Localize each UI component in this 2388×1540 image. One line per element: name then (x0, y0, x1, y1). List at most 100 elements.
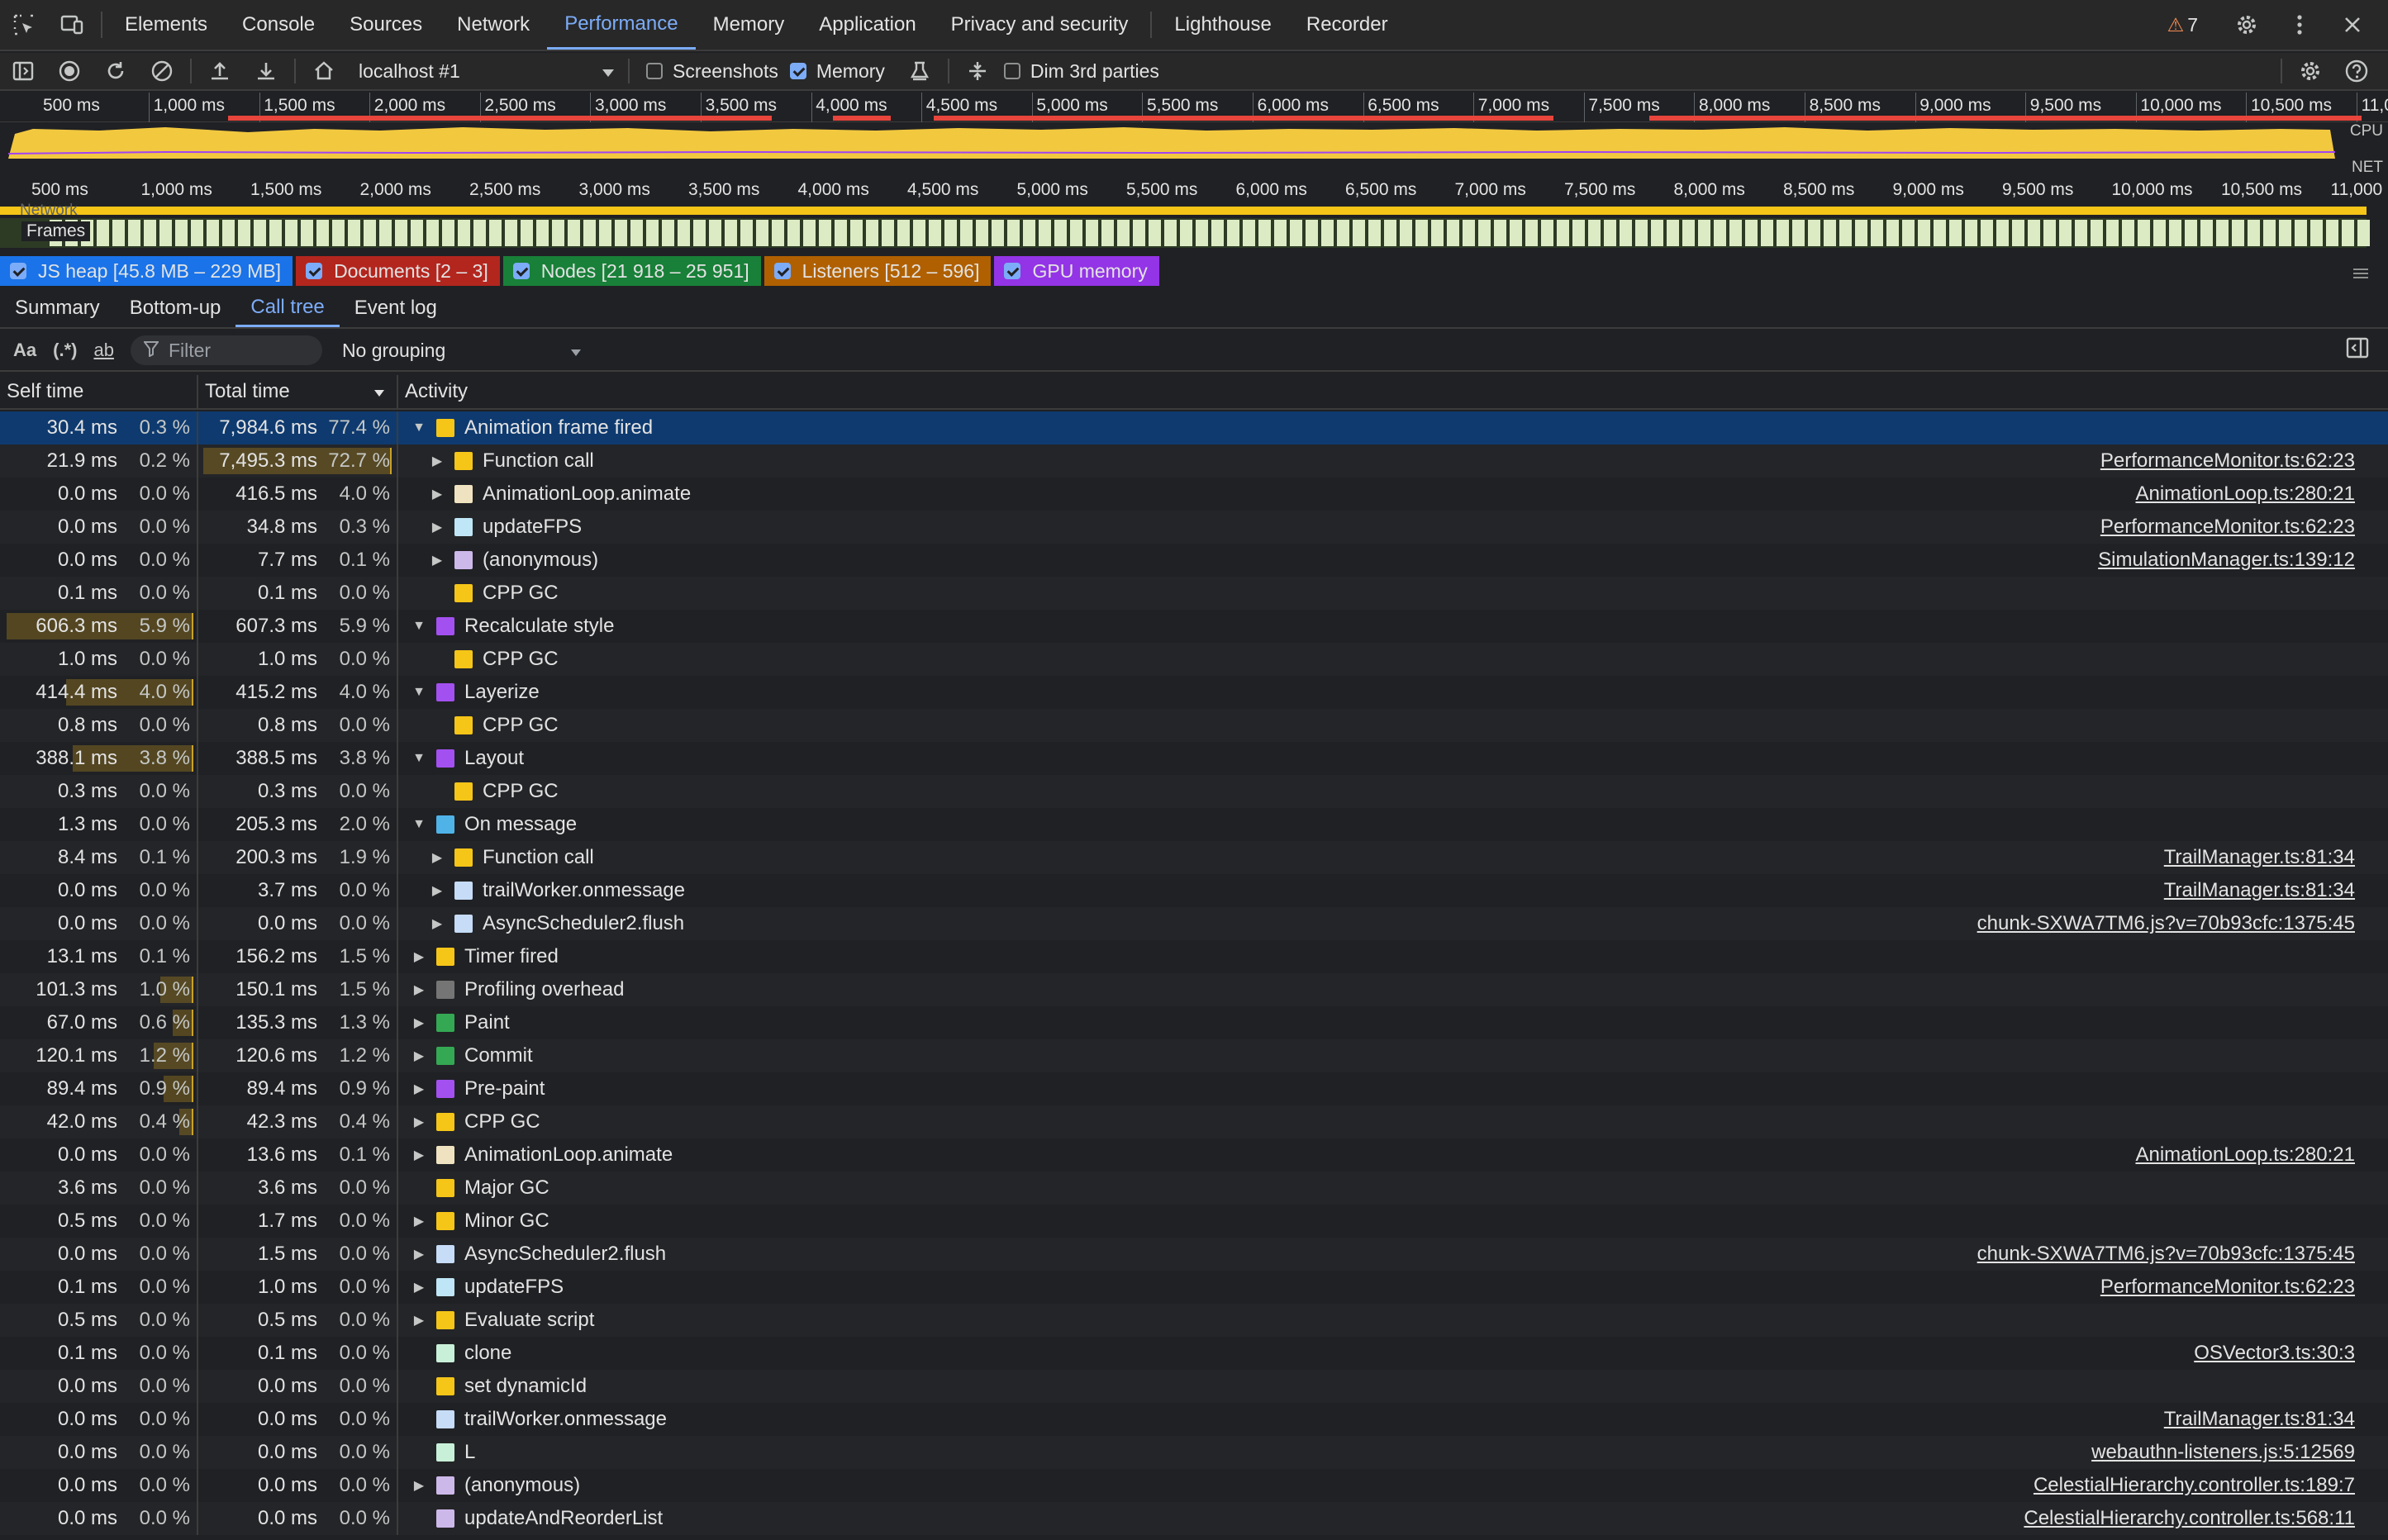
frame-cell[interactable] (301, 220, 313, 246)
frame-cell[interactable] (1902, 220, 1915, 246)
call-tree-row[interactable]: 42.0 ms 0.4 % 42.3 ms 0.4 % ▶ CPP GC (0, 1105, 2388, 1138)
source-link[interactable]: TrailManager.ts:81:34 (2164, 1408, 2355, 1431)
frame-cell[interactable] (348, 220, 360, 246)
frame-cell[interactable] (175, 220, 188, 246)
detail-tab-summary[interactable]: Summary (0, 289, 115, 327)
settings-gear-icon[interactable] (2223, 12, 2271, 37)
call-tree-row[interactable]: 0.0 ms 0.0 % 416.5 ms 4.0 % ▶ AnimationLoop.a… (0, 478, 2388, 511)
expand-arrow-right-icon[interactable]: ▶ (410, 1246, 428, 1262)
capture-settings-gear-icon[interactable] (2287, 59, 2333, 83)
frame-cell[interactable] (1117, 220, 1130, 246)
tab-lighthouse[interactable]: Lighthouse (1157, 0, 1288, 50)
frame-cell[interactable] (2357, 220, 2370, 246)
call-tree-row[interactable]: 0.0 ms 0.0 % 7.7 ms 0.1 % ▶ (anonymous) Simula… (0, 544, 2388, 577)
source-link[interactable]: PerformanceMonitor.ts:62:23 (2100, 516, 2355, 539)
frame-cell[interactable] (1808, 220, 1820, 246)
call-tree-row[interactable]: 13.1 ms 0.1 % 156.2 ms 1.5 % ▶ Timer fired (0, 940, 2388, 973)
frame-cell[interactable] (128, 220, 140, 246)
call-tree-row[interactable]: 3.6 ms 0.0 % 3.6 ms 0.0 % Major GC (0, 1172, 2388, 1205)
tab-sources[interactable]: Sources (332, 0, 440, 50)
frame-cell[interactable] (1478, 220, 1491, 246)
source-link[interactable]: chunk-SXWA7TM6.js?v=70b93cfc:1375:45 (1977, 912, 2355, 935)
record-button[interactable] (46, 59, 93, 83)
frame-cell[interactable] (2106, 220, 2119, 246)
frame-cell[interactable] (1243, 220, 1255, 246)
frame-cell[interactable] (929, 220, 941, 246)
expand-arrow-right-icon[interactable]: ▶ (410, 1081, 428, 1097)
clear-icon[interactable] (139, 59, 185, 83)
tab-privacy-and-security[interactable]: Privacy and security (934, 0, 1146, 50)
frame-cell[interactable] (1353, 220, 1365, 246)
expand-arrow-down-icon[interactable]: ▼ (410, 817, 428, 832)
frame-cell[interactable] (442, 220, 454, 246)
call-tree-row[interactable]: 0.5 ms 0.0 % 0.5 ms 0.0 % ▶ Evaluate script (0, 1304, 2388, 1337)
source-link[interactable]: SimulationManager.ts:139:12 (2098, 549, 2355, 572)
frame-cell[interactable] (1667, 220, 1679, 246)
expand-arrow-down-icon[interactable]: ▼ (410, 421, 428, 435)
expand-arrow-right-icon[interactable]: ▶ (410, 1147, 428, 1163)
download-profile-icon[interactable] (243, 59, 289, 83)
expand-arrow-right-icon[interactable]: ▶ (428, 552, 446, 568)
frame-cell[interactable] (1934, 220, 1946, 246)
frame-cell[interactable] (976, 220, 988, 246)
source-link[interactable]: OSVector3.ts:30:3 (2194, 1342, 2355, 1365)
expand-arrow-down-icon[interactable]: ▼ (410, 751, 428, 766)
frame-cell[interactable] (269, 220, 282, 246)
call-tree-row[interactable]: 0.0 ms 0.0 % 34.8 ms 0.3 % ▶ updateFPS Perform… (0, 511, 2388, 544)
frame-cell[interactable] (2169, 220, 2181, 246)
regex-icon[interactable]: (.*) (45, 340, 85, 361)
frame-cell[interactable] (1729, 220, 1742, 246)
source-link[interactable]: TrailManager.ts:81:34 (2164, 879, 2355, 902)
checkbox-checked[interactable] (773, 263, 791, 279)
frame-cell[interactable] (1321, 220, 1334, 246)
frame-cell[interactable] (615, 220, 627, 246)
frame-cell[interactable] (1557, 220, 1569, 246)
frame-cell[interactable] (2326, 220, 2338, 246)
inspect-element-icon[interactable] (0, 0, 48, 50)
expand-arrow-right-icon[interactable]: ▶ (428, 849, 446, 866)
frame-cell[interactable] (1635, 220, 1648, 246)
toggle-sidebar-panel-icon[interactable] (2345, 335, 2388, 365)
frame-cell[interactable] (678, 220, 690, 246)
frame-cell[interactable] (2043, 220, 2056, 246)
call-tree-row[interactable]: 21.9 ms 0.2 % 7,495.3 ms 72.7 % ▶ Function ca… (0, 444, 2388, 478)
expand-arrow-right-icon[interactable]: ▶ (410, 1015, 428, 1031)
frame-cell[interactable] (1306, 220, 1318, 246)
frame-cell[interactable] (756, 220, 768, 246)
frame-cell[interactable] (693, 220, 706, 246)
collapse-tracks-icon[interactable] (954, 59, 1001, 83)
call-tree-row[interactable]: 101.3 ms 1.0 % 150.1 ms 1.5 % ▶ Profiling ove… (0, 973, 2388, 1006)
frame-cell[interactable] (725, 220, 737, 246)
frame-cell[interactable] (505, 220, 517, 246)
frame-cell[interactable] (489, 220, 502, 246)
tab-elements[interactable]: Elements (107, 0, 225, 50)
expand-arrow-right-icon[interactable]: ▶ (428, 486, 446, 502)
frame-cell[interactable] (1588, 220, 1601, 246)
call-tree-row[interactable]: 0.0 ms 0.0 % 0.0 ms 0.0 % trailWorker.onmess… (0, 1403, 2388, 1436)
frame-cell[interactable] (1274, 220, 1287, 246)
frame-cell[interactable] (1871, 220, 1883, 246)
expand-arrow-right-icon[interactable]: ▶ (410, 1279, 428, 1295)
frame-cell[interactable] (207, 220, 219, 246)
memory-checkbox[interactable]: Memory (789, 60, 885, 83)
frames-track[interactable]: Network (0, 202, 2388, 250)
call-tree-row[interactable]: 120.1 ms 1.2 % 120.6 ms 1.2 % ▶ Commit (0, 1039, 2388, 1072)
frame-cell[interactable] (882, 220, 894, 246)
frame-cell[interactable] (646, 220, 659, 246)
detail-tab-call-tree[interactable]: Call tree (235, 289, 340, 327)
tab-recorder[interactable]: Recorder (1289, 0, 1406, 50)
frame-cell[interactable] (254, 220, 266, 246)
checkbox-unchecked[interactable] (1003, 63, 1020, 79)
expand-arrow-down-icon[interactable]: ▼ (410, 619, 428, 634)
call-tree-row[interactable]: 8.4 ms 0.1 % 200.3 ms 1.9 % ▶ Function call Tr… (0, 841, 2388, 874)
frame-cell[interactable] (1227, 220, 1239, 246)
screenshots-checkbox[interactable]: Screenshots (646, 60, 778, 83)
source-link[interactable]: CelestialHierarchy.controller.ts:189:7 (2034, 1474, 2355, 1497)
help-icon[interactable] (2333, 59, 2380, 83)
frame-cell[interactable] (1180, 220, 1192, 246)
call-tree-row[interactable]: 0.0 ms 0.0 % 1.5 ms 0.0 % ▶ AsyncScheduler2.f… (0, 1238, 2388, 1271)
call-tree-row[interactable]: 606.3 ms 5.9 % 607.3 ms 5.9 % ▼ Recalculate s… (0, 610, 2388, 643)
source-link[interactable]: webauthn-listeners.js:5:12569 (2091, 1441, 2355, 1464)
tab-network[interactable]: Network (440, 0, 547, 50)
frame-cell[interactable] (2263, 220, 2276, 246)
